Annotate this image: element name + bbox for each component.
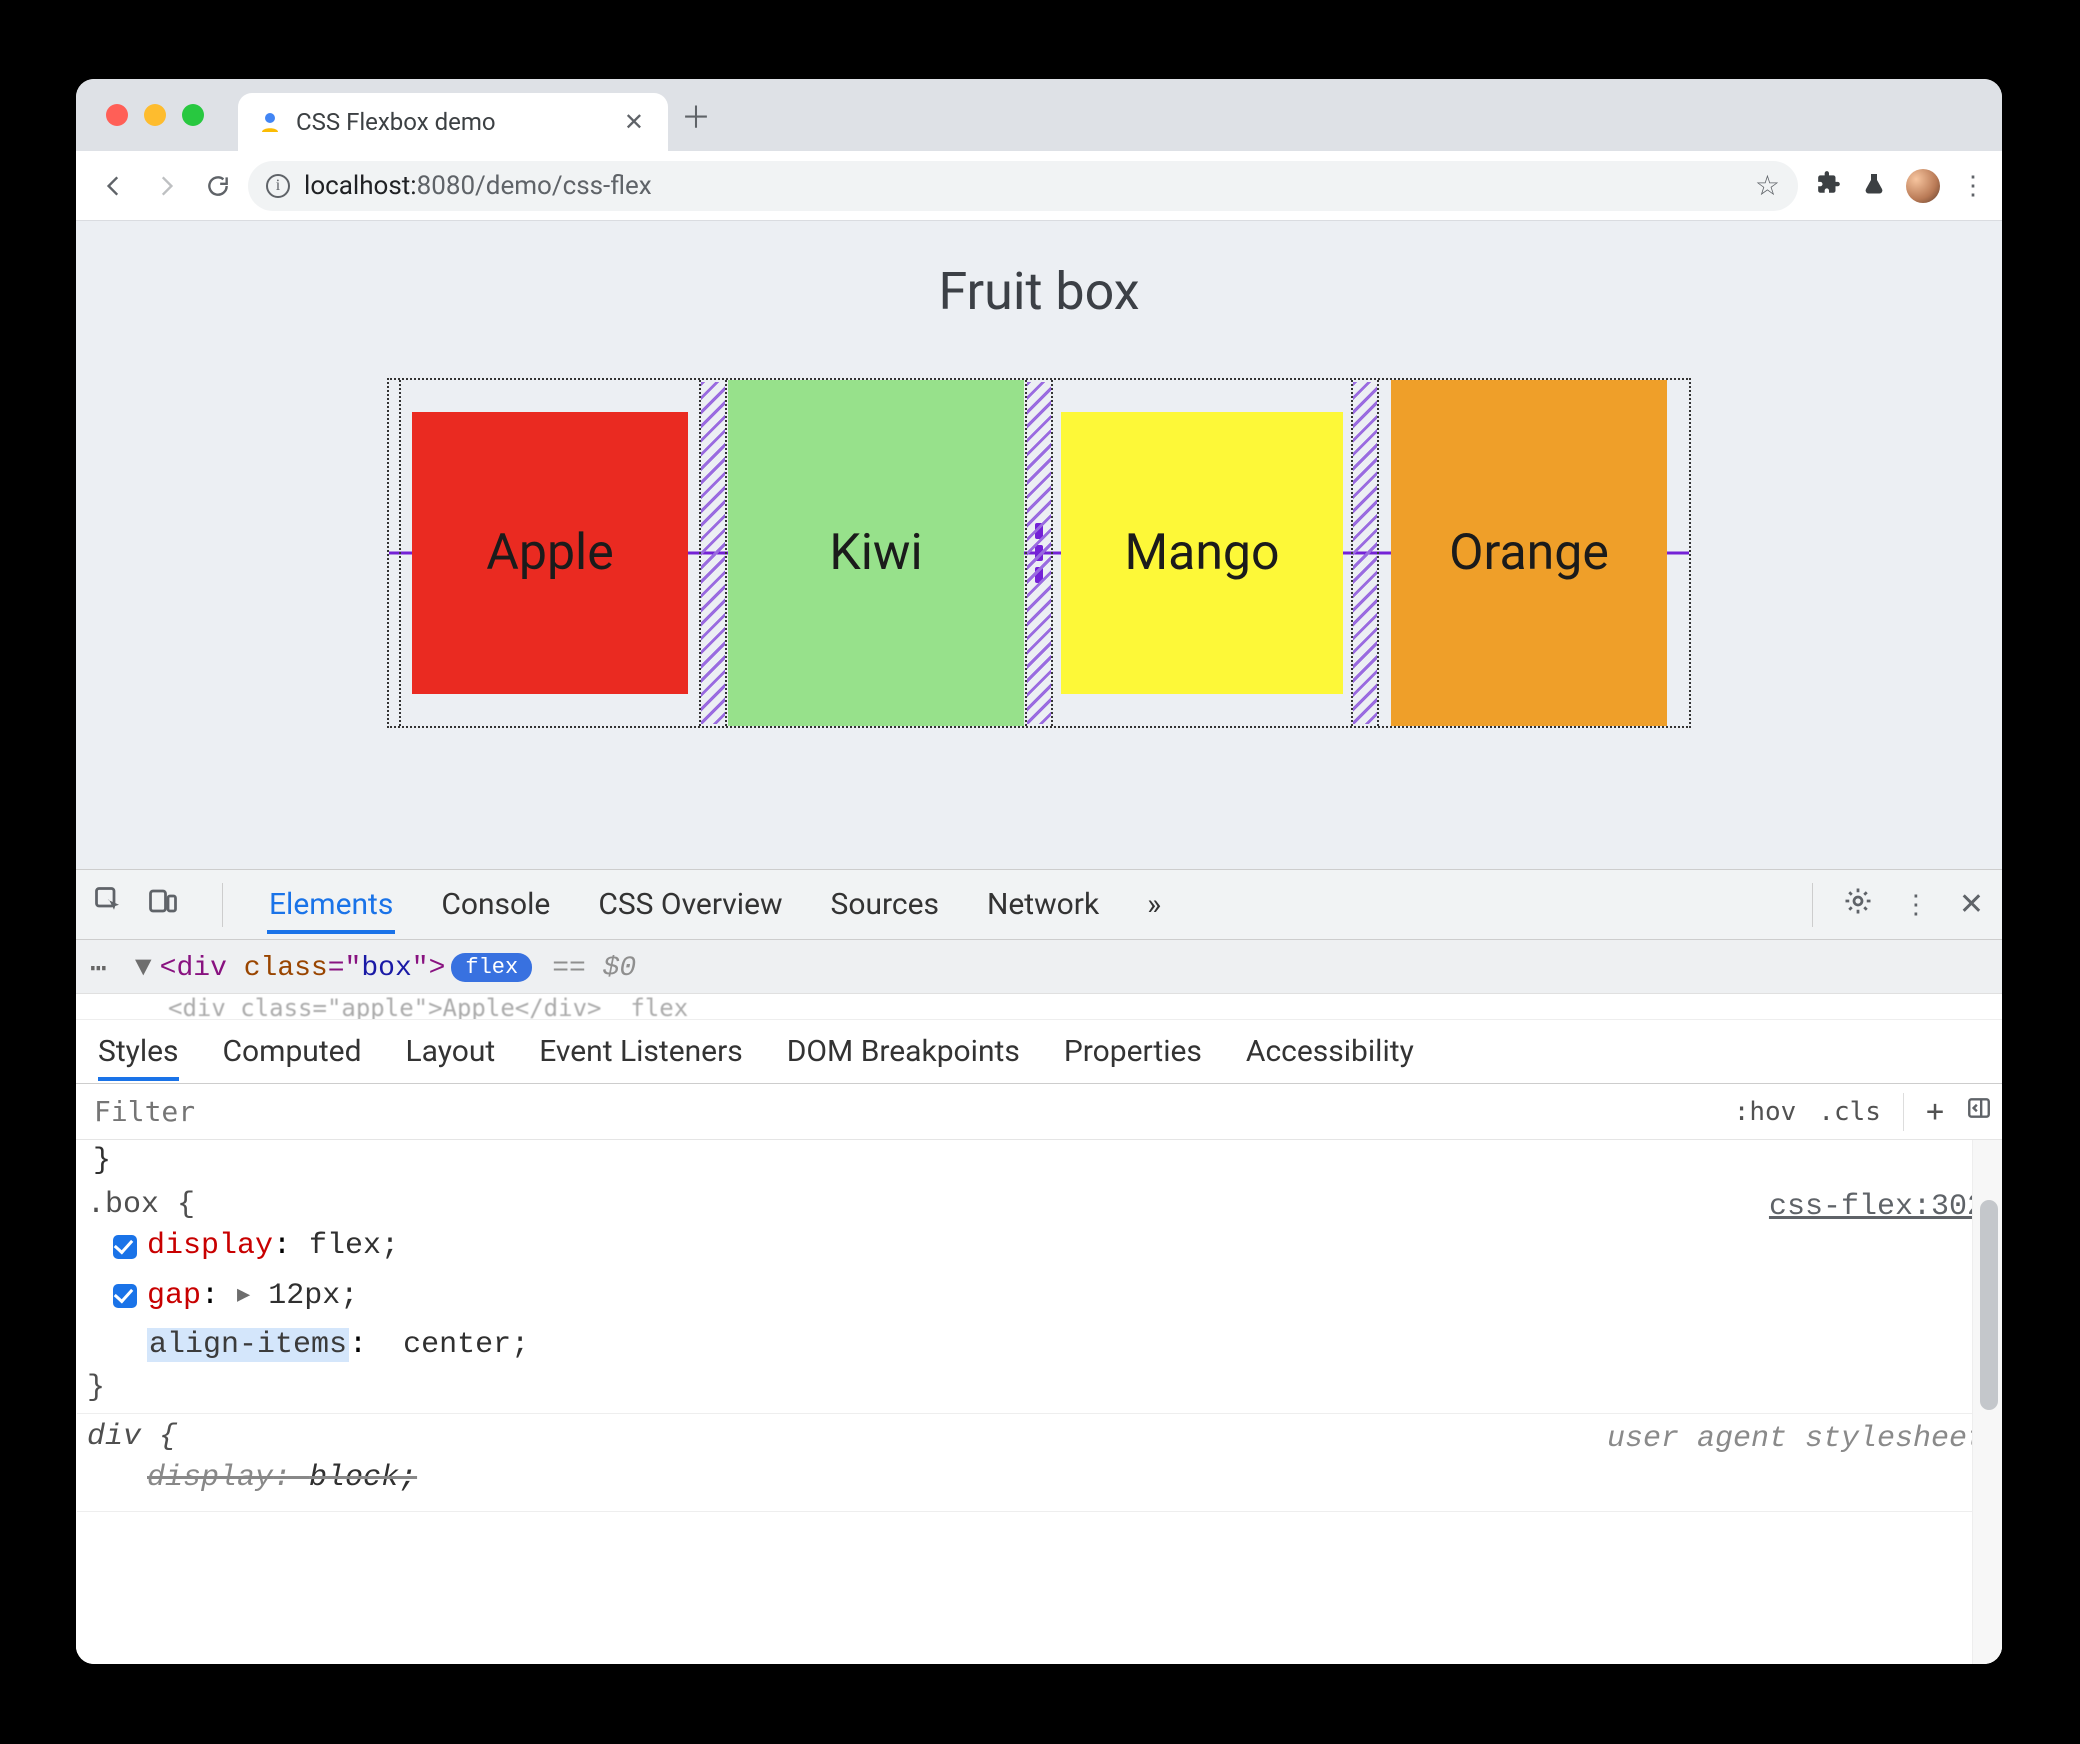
flex-container[interactable]: Apple Kiwi Mango Orange	[387, 378, 1691, 728]
selector-text[interactable]: .box {	[87, 1188, 1985, 1222]
new-style-rule-button[interactable]: +	[1926, 1094, 1944, 1129]
close-tab-icon[interactable]: ✕	[620, 108, 648, 136]
profile-avatar[interactable]	[1906, 169, 1940, 203]
styles-filter-buttons: :hov .cls +	[1734, 1093, 2002, 1131]
flex-slot: Apple	[399, 380, 701, 726]
devtools-settings-icon[interactable]	[1843, 886, 1873, 924]
elements-selected-node[interactable]: ⋯ ▼ <div class="box"> flex == $0	[76, 940, 2002, 994]
flex-slot: Kiwi	[725, 380, 1027, 726]
address-text: localhost:8080/demo/css-flex	[304, 171, 1741, 201]
breadcrumb-overflow-icon[interactable]: ⋯	[90, 951, 109, 986]
styles-filter-bar: :hov .cls +	[76, 1084, 2002, 1140]
toolbar-right: ⋮	[1816, 169, 1986, 203]
styles-tab-accessibility[interactable]: Accessibility	[1246, 1022, 1414, 1081]
tree-toggle-icon[interactable]: ▼	[135, 953, 152, 984]
minimize-window-button[interactable]	[144, 104, 166, 126]
styles-scrollbar[interactable]	[1972, 1140, 2002, 1664]
styles-tab-computed[interactable]: Computed	[223, 1022, 362, 1081]
close-window-button[interactable]	[106, 104, 128, 126]
flex-item-kiwi[interactable]: Kiwi	[728, 380, 1024, 726]
zoom-window-button[interactable]	[182, 104, 204, 126]
flex-item-apple[interactable]: Apple	[412, 412, 688, 694]
ua-stylesheet-label: user agent stylesheet	[1607, 1422, 1985, 1456]
labs-icon[interactable]	[1862, 171, 1886, 201]
devtools-panel: Elements Console CSS Overview Sources Ne…	[76, 869, 2002, 1664]
styles-tab-dom-breakpoints[interactable]: DOM Breakpoints	[787, 1022, 1020, 1081]
page-viewport: Fruit box Apple Kiwi Mango Orange	[76, 221, 2002, 869]
prop-display[interactable]: display: flex;	[87, 1222, 1985, 1272]
extensions-icon[interactable]	[1816, 170, 1842, 202]
hov-toggle[interactable]: :hov	[1734, 1097, 1797, 1127]
prop-toggle-checkbox[interactable]	[113, 1235, 137, 1259]
devtools-tab-css-overview[interactable]: CSS Overview	[596, 875, 784, 934]
new-tab-button[interactable]: ＋	[668, 93, 724, 137]
prop-toggle-checkbox[interactable]	[113, 1284, 137, 1308]
devtools-tab-sources[interactable]: Sources	[829, 875, 941, 934]
back-button[interactable]	[92, 164, 136, 208]
browser-menu-icon[interactable]: ⋮	[1960, 171, 1986, 201]
tab-strip: CSS Flexbox demo ✕ ＋	[76, 79, 2002, 151]
devtools-close-icon[interactable]: ✕	[1959, 887, 1984, 922]
styles-tab-properties[interactable]: Properties	[1064, 1022, 1202, 1081]
styles-tab-bar: Styles Computed Layout Event Listeners D…	[76, 1020, 2002, 1084]
page-heading: Fruit box	[938, 261, 1139, 322]
rule-user-agent: user agent stylesheet div { display: blo…	[77, 1414, 2001, 1513]
eq-zero-label: == $0	[552, 953, 636, 984]
prop-align-items[interactable]: align-items: center;	[87, 1321, 1985, 1371]
inspect-element-icon[interactable]	[94, 886, 124, 924]
devtools-tab-bar: Elements Console CSS Overview Sources Ne…	[76, 870, 2002, 940]
elements-child-preview: <div class="apple">Apple</div> flex	[76, 994, 2002, 1020]
rule-box: css-flex:302 .box { display: flex; gap: …	[77, 1182, 2001, 1414]
closing-brace: }	[87, 1371, 1985, 1405]
cls-toggle[interactable]: .cls	[1818, 1097, 1881, 1127]
gap-overlay	[701, 382, 725, 724]
flex-item-mango[interactable]: Mango	[1061, 412, 1343, 694]
prop-display-ua: display: block;	[87, 1454, 1985, 1504]
address-bar[interactable]: i localhost:8080/demo/css-flex ☆	[248, 161, 1798, 211]
closing-brace-prev: }	[77, 1140, 2001, 1182]
device-toolbar-icon[interactable]	[148, 886, 178, 924]
element-tag-open: <div class="box">	[160, 953, 446, 984]
devtools-tab-elements[interactable]: Elements	[267, 875, 395, 934]
site-info-icon[interactable]: i	[266, 174, 290, 198]
styles-pane[interactable]: } css-flex:302 .box { display: flex; gap…	[76, 1140, 2002, 1664]
styles-tab-event-listeners[interactable]: Event Listeners	[539, 1022, 743, 1081]
window-controls	[106, 104, 204, 126]
browser-toolbar: i localhost:8080/demo/css-flex ☆ ⋮	[76, 151, 2002, 221]
flex-slot: Mango	[1051, 380, 1353, 726]
devtools-tab-console[interactable]: Console	[439, 875, 552, 934]
tab-title: CSS Flexbox demo	[296, 108, 606, 136]
expand-shorthand-icon[interactable]: ▶	[237, 1283, 250, 1308]
flex-badge[interactable]: flex	[451, 953, 532, 982]
styles-tab-styles[interactable]: Styles	[98, 1022, 179, 1081]
devtools-tab-network[interactable]: Network	[985, 875, 1101, 934]
browser-window: CSS Flexbox demo ✕ ＋ i localhost:8080/de…	[76, 79, 2002, 1664]
bookmark-star-icon[interactable]: ☆	[1755, 169, 1780, 202]
gap-overlay	[1353, 382, 1377, 724]
styles-tab-layout[interactable]: Layout	[406, 1022, 496, 1081]
toggle-sidebar-icon[interactable]	[1966, 1095, 1992, 1128]
prop-gap[interactable]: gap: ▶ 12px;	[87, 1272, 1985, 1322]
flex-item-orange[interactable]: Orange	[1391, 380, 1667, 726]
prop-toggle-checkbox[interactable]	[113, 1334, 137, 1358]
forward-button[interactable]	[144, 164, 188, 208]
favicon-icon	[258, 110, 282, 134]
flex-container-overlay: Apple Kiwi Mango Orange	[387, 378, 1691, 728]
devtools-menu-icon[interactable]: ⋮	[1903, 890, 1929, 920]
reload-button[interactable]	[196, 164, 240, 208]
flex-slot: Orange	[1377, 380, 1679, 726]
devtools-more-tabs[interactable]: »	[1145, 875, 1163, 934]
browser-tab[interactable]: CSS Flexbox demo ✕	[238, 93, 668, 151]
gap-overlay	[1027, 382, 1051, 724]
styles-filter-input[interactable]	[76, 1095, 1734, 1128]
rule-source-link[interactable]: css-flex:302	[1769, 1190, 1985, 1224]
